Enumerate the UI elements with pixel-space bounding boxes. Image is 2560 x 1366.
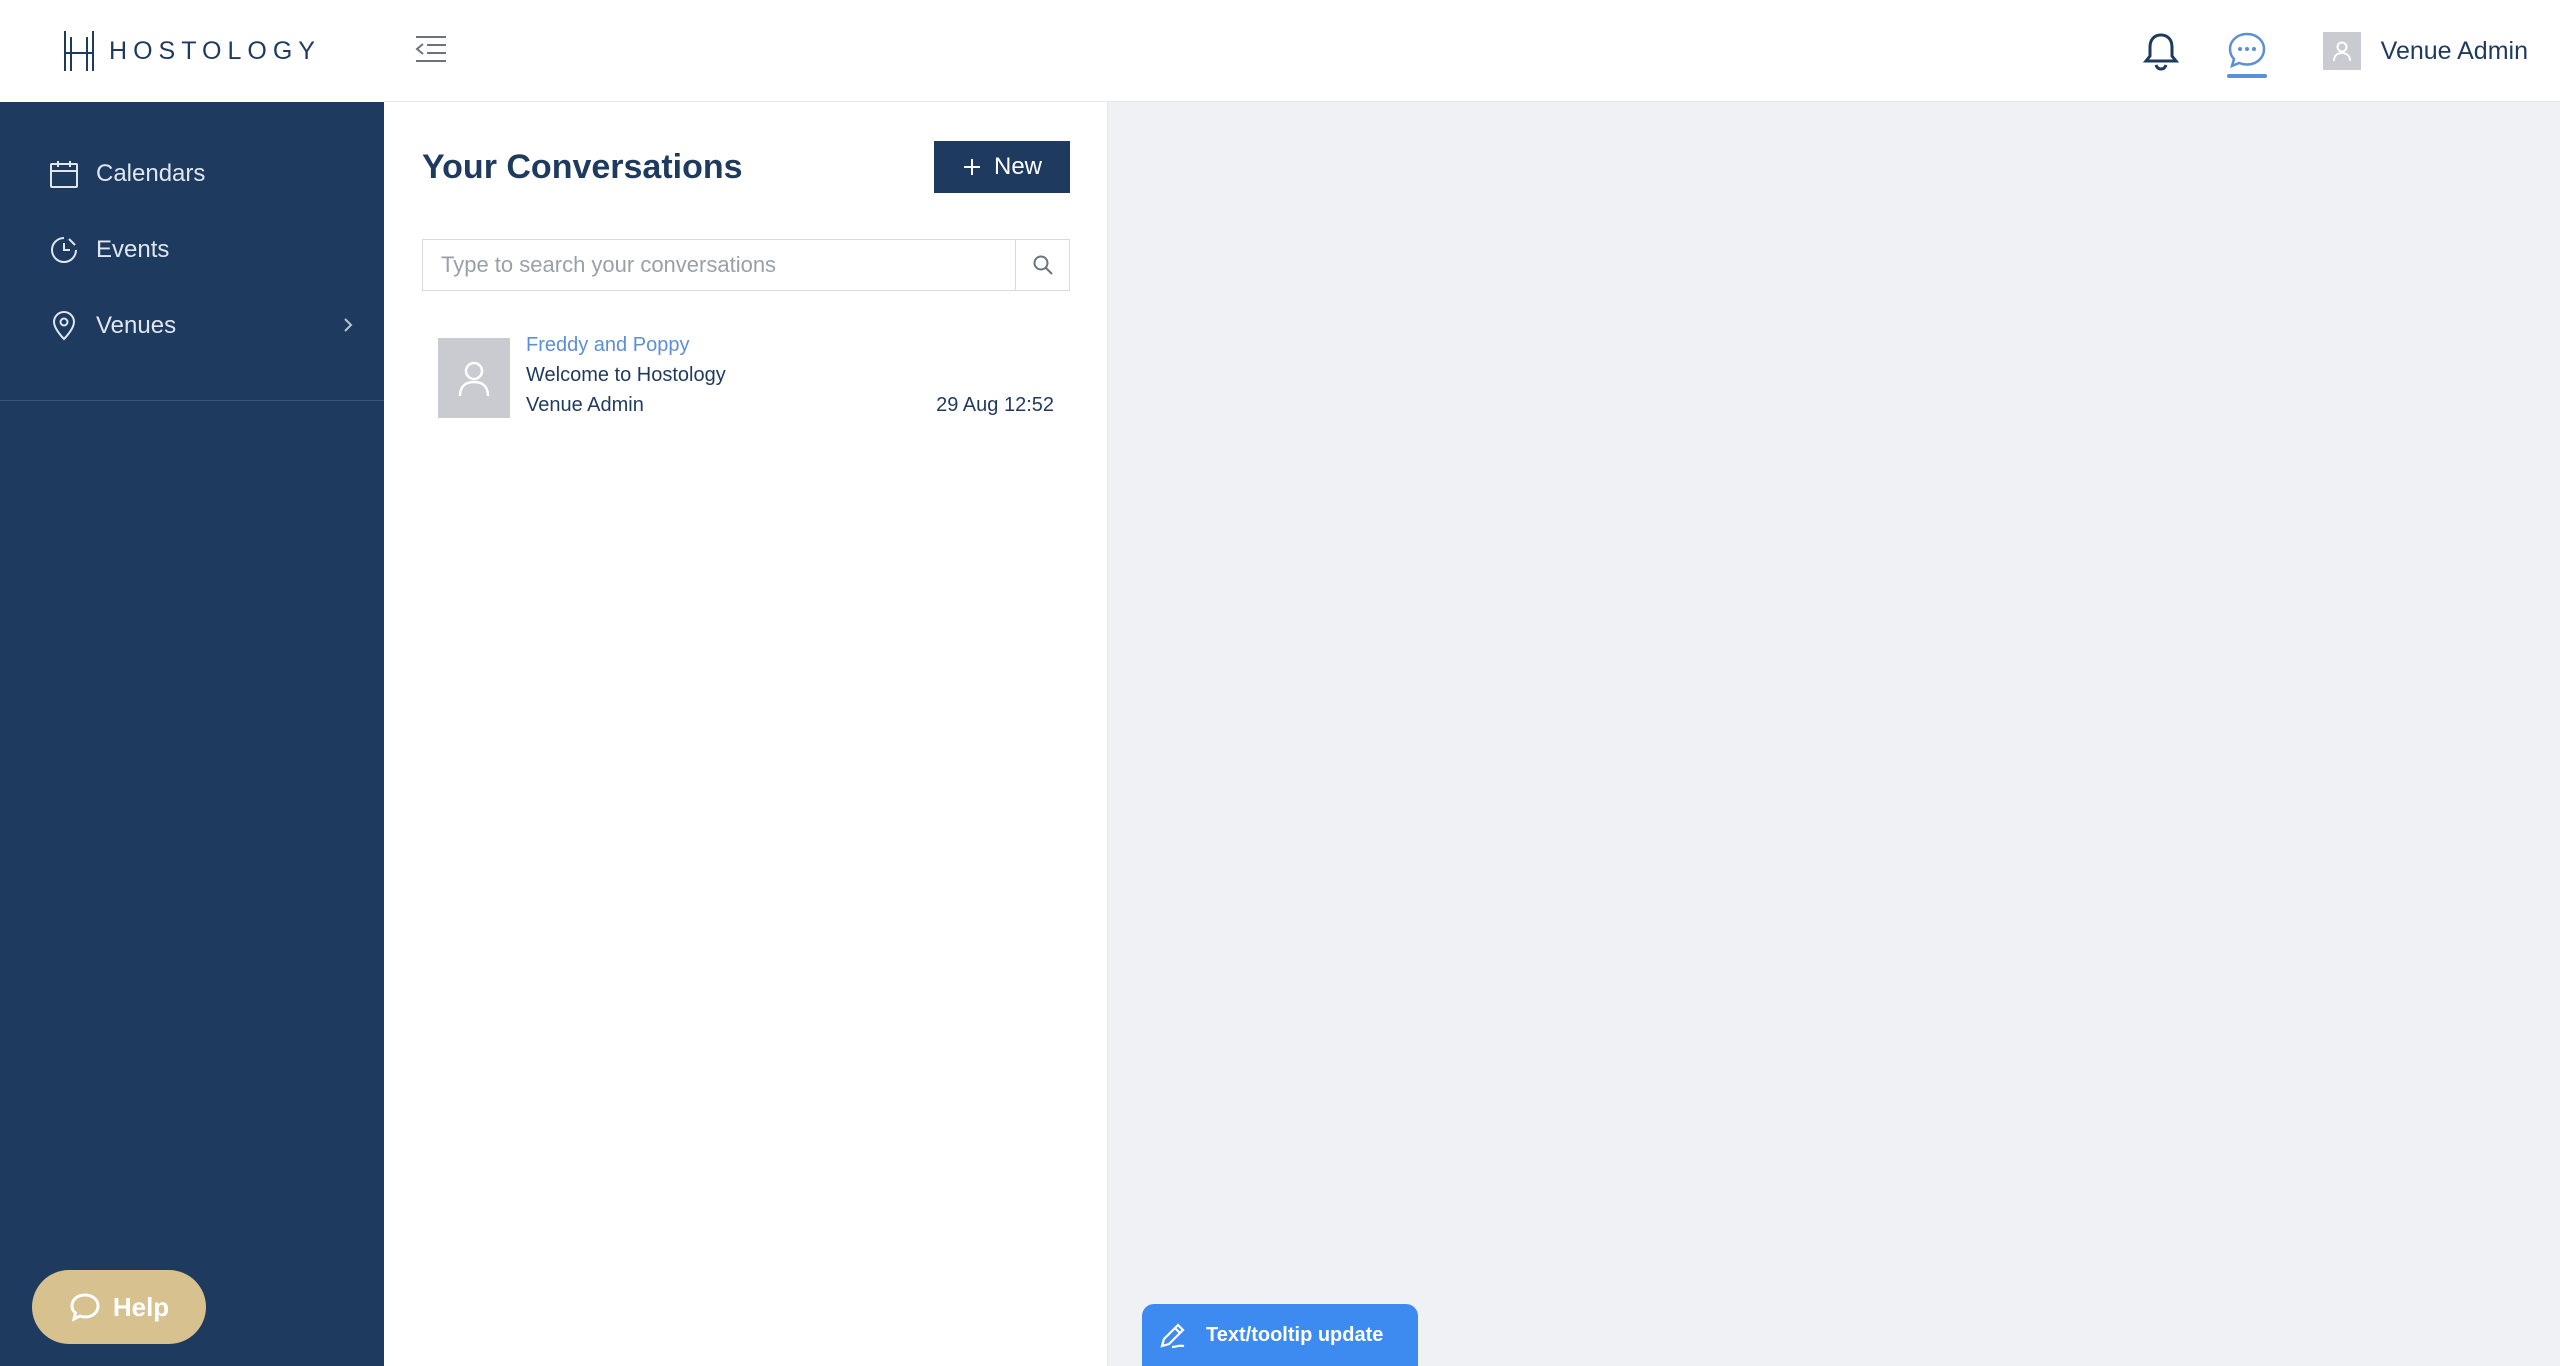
new-conversation-button[interactable]: New: [934, 141, 1070, 193]
conversations-panel: Your Conversations New Freddy and Poppy …: [384, 102, 1108, 1366]
collapse-menu-icon[interactable]: [414, 34, 448, 64]
plus-icon: [963, 159, 980, 175]
user-menu[interactable]: Venue Admin: [2322, 32, 2528, 70]
top-bar: Venue Admin: [384, 0, 2560, 102]
chat-bubble-icon: [2228, 32, 2265, 69]
search-box: [422, 239, 1070, 291]
brand-name: HOSTOLOGY: [109, 36, 321, 65]
list-item[interactable]: Freddy and Poppy Welcome to Hostology Ve…: [438, 334, 1054, 418]
conversation-sender: Venue Admin: [526, 394, 644, 416]
chat-bubble-icon: [70, 1293, 100, 1322]
user-icon: [458, 361, 490, 397]
user-name: Venue Admin: [2380, 36, 2528, 65]
sidebar: HOSTOLOGY Calendars Events Venues Help: [0, 0, 384, 1366]
sidebar-item-label: Events: [96, 236, 170, 263]
calendar-icon: [48, 158, 80, 190]
avatar: [438, 338, 510, 418]
new-label: New: [993, 153, 1042, 180]
bell-icon[interactable]: [2139, 29, 2183, 73]
avatar: [2322, 32, 2361, 70]
search-icon: [1033, 255, 1053, 275]
sidebar-item-calendars[interactable]: Calendars: [0, 136, 384, 212]
conversation-timestamp: 29 Aug 12:52: [936, 394, 1054, 416]
search-input[interactable]: [423, 240, 1015, 290]
brand-logo[interactable]: HOSTOLOGY: [0, 0, 384, 102]
clock-icon: [48, 234, 80, 266]
conversation-name: Freddy and Poppy: [526, 334, 690, 356]
user-icon: [2332, 41, 2351, 62]
sidebar-item-venues[interactable]: Venues: [0, 288, 384, 364]
location-pin-icon: [48, 310, 80, 342]
sidebar-nav: Calendars Events Venues: [0, 102, 384, 401]
hostology-logo-icon: [64, 31, 95, 71]
messages-button[interactable]: [2226, 0, 2267, 102]
sidebar-item-label: Calendars: [96, 160, 206, 187]
conversation-subject: Welcome to Hostology: [526, 364, 726, 386]
search-button[interactable]: [1015, 240, 1069, 290]
pencil-icon: [1160, 1323, 1185, 1349]
feedback-label: Text/tooltip update: [1206, 1323, 1384, 1346]
help-button[interactable]: Help: [32, 1270, 206, 1344]
feedback-button[interactable]: Text/tooltip update: [1142, 1304, 1418, 1366]
help-label: Help: [112, 1291, 170, 1322]
chevron-right-icon: [342, 312, 354, 340]
sidebar-item-label: Venues: [96, 312, 177, 339]
top-bar-actions: Venue Admin: [2139, 0, 2528, 102]
page-title: Your Conversations: [422, 148, 743, 186]
sidebar-item-events[interactable]: Events: [0, 212, 384, 288]
active-indicator: [2226, 74, 2267, 78]
